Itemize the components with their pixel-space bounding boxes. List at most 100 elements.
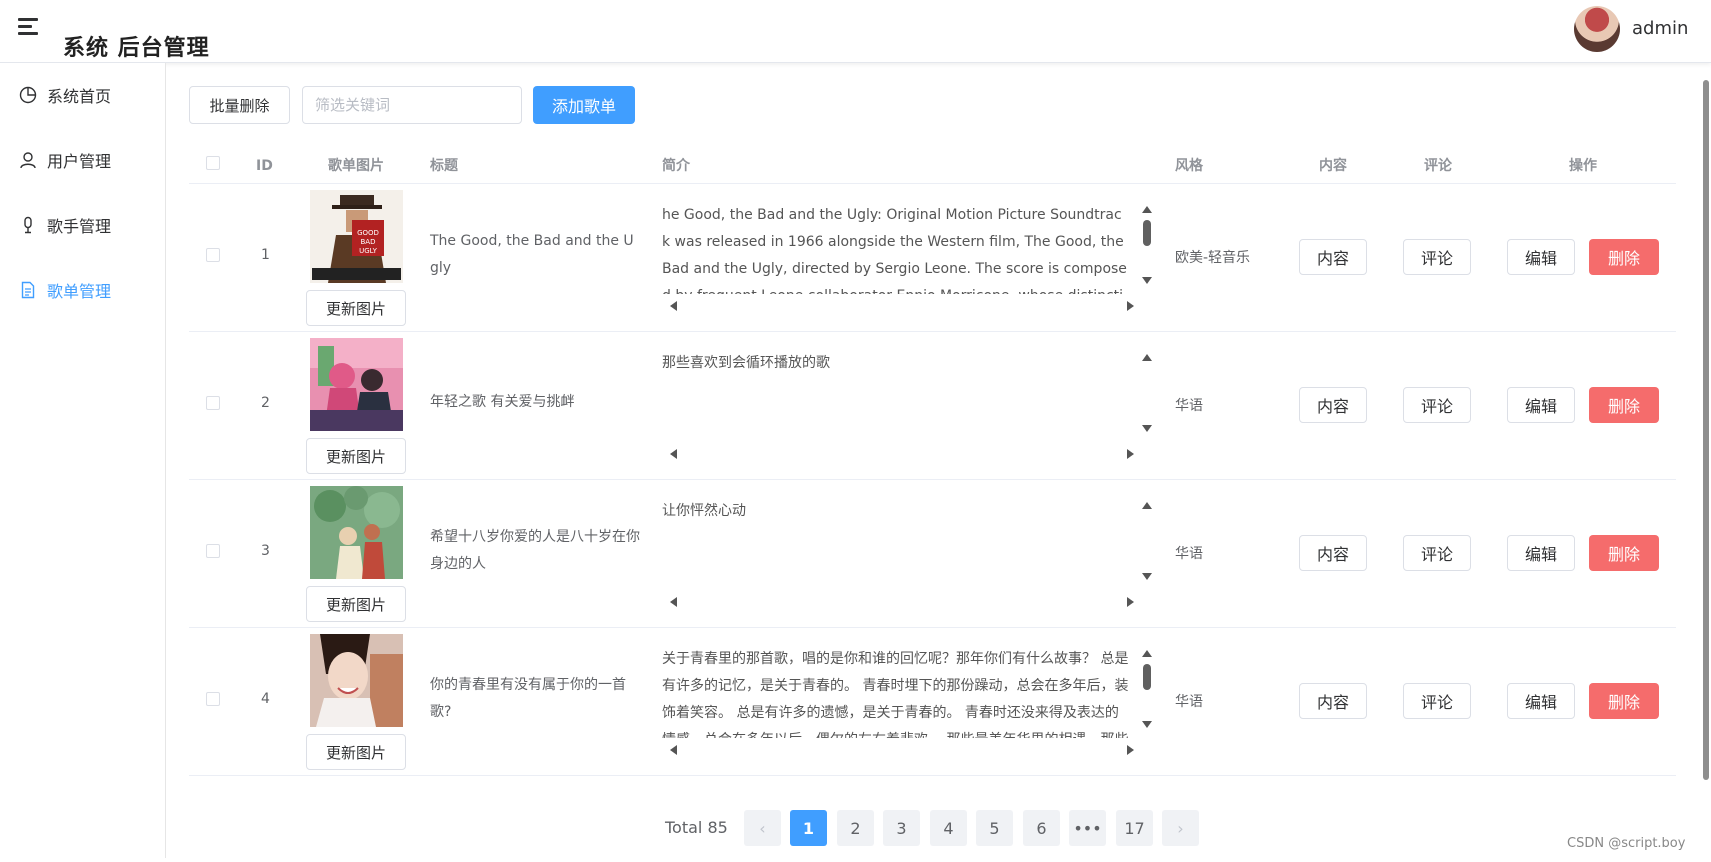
pagination-page-4[interactable]: 4 xyxy=(930,810,967,846)
sidebar-item-users[interactable]: 用户管理 xyxy=(18,145,111,175)
pagination-total: Total 85 xyxy=(665,818,728,837)
comment-button[interactable]: 评论 xyxy=(1403,239,1471,275)
edit-button[interactable]: 编辑 xyxy=(1507,535,1575,571)
row-title: 希望十八岁你爱的人是八十岁在你身边的人 xyxy=(430,529,640,572)
playlist-table: ID 歌单图片 标题 简介 风格 内容 评论 操作 1 GOOD BAD UGLY … xyxy=(189,148,1676,783)
row-intro: 让你怦然心动 xyxy=(662,503,746,519)
intro-horizontal-scrollbar[interactable] xyxy=(670,744,1134,756)
svg-text:BAD: BAD xyxy=(361,238,376,246)
row-title: 你的青春里有没有属于你的一首歌? xyxy=(430,677,626,720)
column-header-image: 歌单图片 xyxy=(328,158,384,174)
table-row: 1 GOOD BAD UGLY 更新图片 The Good, the Bad and… xyxy=(189,184,1676,332)
microphone-icon xyxy=(18,215,38,235)
intro-vertical-scrollbar[interactable] xyxy=(1141,650,1153,728)
sidebar-item-singers[interactable]: 歌手管理 xyxy=(18,210,111,240)
sidebar-item-label: 用户管理 xyxy=(47,152,112,171)
pagination-page-3[interactable]: 3 xyxy=(883,810,920,846)
edit-button[interactable]: 编辑 xyxy=(1507,683,1575,719)
playlist-cover-image[interactable] xyxy=(310,486,403,579)
edit-button[interactable]: 编辑 xyxy=(1507,239,1575,275)
table-header: ID 歌单图片 标题 简介 风格 内容 评论 操作 xyxy=(189,148,1676,184)
row-intro: he Good, the Bad and the Ugly: Original … xyxy=(662,207,1127,294)
delete-button[interactable]: 删除 xyxy=(1589,387,1659,423)
update-image-button[interactable]: 更新图片 xyxy=(306,586,406,622)
hamburger-menu-icon[interactable] xyxy=(18,18,38,36)
top-header: 系统 后台管理 admin xyxy=(0,0,1711,63)
add-playlist-button[interactable]: 添加歌单 xyxy=(533,86,635,124)
column-header-intro: 简介 xyxy=(662,158,690,174)
row-title: 年轻之歌 有关爱与挑衅 xyxy=(430,394,575,410)
row-checkbox[interactable] xyxy=(206,396,220,410)
table-row: 2 更新图片 年轻之歌 有关爱与挑衅 那些喜欢到会循环播放的歌 华语 内容 评论… xyxy=(189,332,1676,480)
update-image-button[interactable]: 更新图片 xyxy=(306,734,406,770)
column-header-id: ID xyxy=(256,158,273,174)
delete-button[interactable]: 删除 xyxy=(1589,239,1659,275)
intro-vertical-scrollbar[interactable] xyxy=(1141,206,1153,284)
sidebar-item-home[interactable]: 系统首页 xyxy=(18,80,111,110)
row-checkbox[interactable] xyxy=(206,248,220,262)
comment-button[interactable]: 评论 xyxy=(1403,387,1471,423)
batch-delete-button[interactable]: 批量删除 xyxy=(189,86,290,124)
document-icon xyxy=(18,280,38,300)
pagination-page-5[interactable]: 5 xyxy=(976,810,1013,846)
intro-vertical-scrollbar[interactable] xyxy=(1141,502,1153,580)
sidebar-item-playlists[interactable]: 歌单管理 xyxy=(18,275,111,305)
svg-text:GOOD: GOOD xyxy=(357,229,379,237)
pie-chart-icon xyxy=(18,85,38,105)
column-header-style: 风格 xyxy=(1175,158,1203,174)
update-image-button[interactable]: 更新图片 xyxy=(306,290,406,326)
row-title: The Good, the Bad and the Ugly xyxy=(430,233,634,276)
delete-button[interactable]: 删除 xyxy=(1589,535,1659,571)
select-all-checkbox[interactable] xyxy=(206,156,220,170)
content-button[interactable]: 内容 xyxy=(1299,239,1367,275)
update-image-button[interactable]: 更新图片 xyxy=(306,438,406,474)
pagination-page-17[interactable]: 17 xyxy=(1116,810,1153,846)
column-header-title: 标题 xyxy=(430,158,458,174)
playlist-cover-image[interactable] xyxy=(310,634,403,727)
row-style: 华语 xyxy=(1175,398,1203,414)
playlist-cover-image[interactable] xyxy=(310,338,403,431)
row-id: 2 xyxy=(261,395,270,411)
delete-button[interactable]: 删除 xyxy=(1589,683,1659,719)
row-style: 华语 xyxy=(1175,694,1203,710)
row-id: 1 xyxy=(261,247,270,263)
watermark-text: CSDN @script.boy xyxy=(1567,836,1686,851)
intro-horizontal-scrollbar[interactable] xyxy=(670,448,1134,460)
username-label[interactable]: admin xyxy=(1632,18,1688,39)
pagination-next-button[interactable]: › xyxy=(1162,810,1199,846)
pagination-page-1[interactable]: 1 xyxy=(790,810,827,846)
search-input[interactable] xyxy=(302,86,522,124)
table-row: 4 更新图片 你的青春里有没有属于你的一首歌? 关于青春里的那首歌，唱的是你和谁… xyxy=(189,628,1676,776)
intro-horizontal-scrollbar[interactable] xyxy=(670,300,1134,312)
comment-button[interactable]: 评论 xyxy=(1403,535,1471,571)
pagination-more-button[interactable]: ••• xyxy=(1069,810,1106,846)
sidebar-item-label: 系统首页 xyxy=(47,87,112,106)
column-header-comment: 评论 xyxy=(1424,158,1452,174)
page-vertical-scrollbar[interactable] xyxy=(1701,68,1711,788)
table-row: 3 更新图片 希望十八岁你爱的人是八十岁在你身边的人 让你怦然心动 华语 内容 … xyxy=(189,480,1676,628)
row-checkbox[interactable] xyxy=(206,544,220,558)
column-header-content: 内容 xyxy=(1319,158,1347,174)
comment-button[interactable]: 评论 xyxy=(1403,683,1471,719)
app-title: 系统 后台管理 xyxy=(63,36,210,61)
intro-horizontal-scrollbar[interactable] xyxy=(670,596,1134,608)
column-header-actions: 操作 xyxy=(1569,158,1597,174)
intro-vertical-scrollbar[interactable] xyxy=(1141,354,1153,432)
content-button[interactable]: 内容 xyxy=(1299,387,1367,423)
user-icon xyxy=(18,150,38,170)
sidebar-item-label: 歌单管理 xyxy=(47,282,112,301)
content-button[interactable]: 内容 xyxy=(1299,535,1367,571)
sidebar: 系统首页 用户管理 歌手管理 歌单管理 xyxy=(0,63,166,858)
edit-button[interactable]: 编辑 xyxy=(1507,387,1575,423)
row-style: 华语 xyxy=(1175,546,1203,562)
svg-text:UGLY: UGLY xyxy=(359,247,378,255)
pagination-page-6[interactable]: 6 xyxy=(1023,810,1060,846)
playlist-cover-image[interactable]: GOOD BAD UGLY xyxy=(310,190,403,283)
content-button[interactable]: 内容 xyxy=(1299,683,1367,719)
pagination-prev-button[interactable]: ‹ xyxy=(744,810,781,846)
user-avatar[interactable] xyxy=(1574,6,1620,52)
row-intro: 关于青春里的那首歌，唱的是你和谁的回忆呢？那年你们有什么故事？ 总是有许多的记忆… xyxy=(662,651,1129,738)
pagination-page-2[interactable]: 2 xyxy=(837,810,874,846)
row-checkbox[interactable] xyxy=(206,692,220,706)
row-style: 欧美-轻音乐 xyxy=(1175,250,1251,266)
